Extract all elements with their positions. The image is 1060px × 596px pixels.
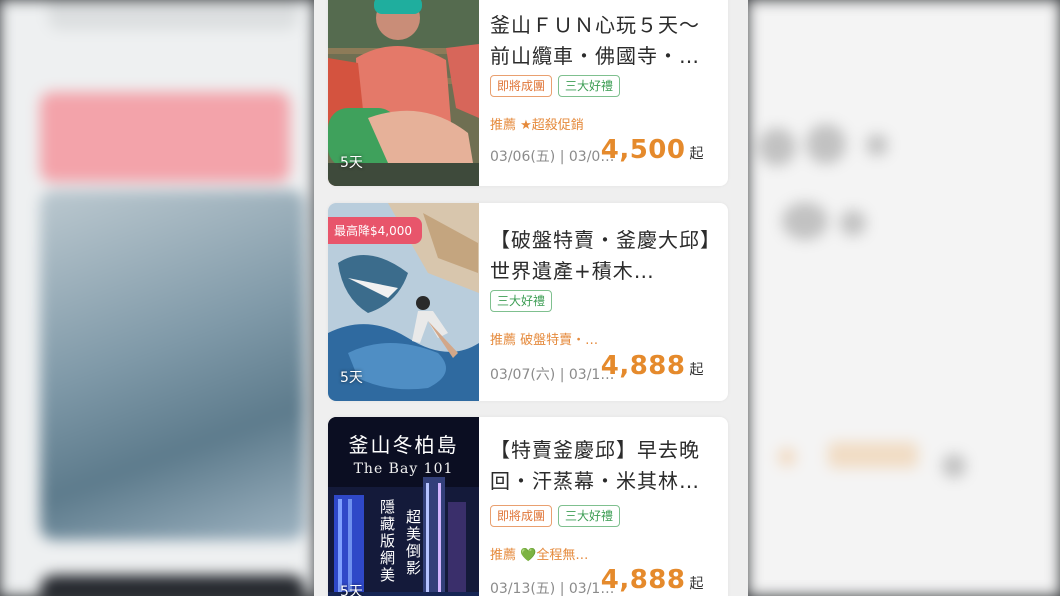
- tour-card[interactable]: 釜山冬柏島 The Bay 101 隱藏版網美 超美倒影 5天 【特賣釜慶邱】早…: [328, 417, 728, 596]
- blurred-dot: [942, 454, 966, 478]
- discount-badge: 最高降$4,000: [328, 217, 422, 244]
- tag-list: 即將成團 三大好禮: [490, 505, 621, 527]
- blurred-star: [778, 448, 796, 466]
- tour-card[interactable]: 最高降$4,000 5天 【破盤特賣・釜慶大邱】世界遺產+積木… 三大好禮 推薦…: [328, 203, 728, 401]
- blurred-image: [40, 190, 305, 540]
- duration-label: 5天: [340, 370, 363, 386]
- blurred-background-left: [0, 0, 314, 596]
- tour-image: 釜山冬柏島 The Bay 101 隱藏版網美 超美倒影 5天: [328, 417, 479, 596]
- tour-card[interactable]: 5天 釜山ＦＵＮ心玩５天～前山纜車・佛國寺・… 即將成團 三大好禮 推薦 ★超殺…: [328, 0, 728, 186]
- blurred-badge: [40, 92, 290, 182]
- blurred-price: [828, 442, 918, 468]
- departure-dates: 03/07(六) | 03/1…: [490, 367, 615, 383]
- blurred-dot: [782, 202, 828, 240]
- image-vertical-text-right: 超美倒影: [406, 508, 422, 577]
- price-suffix: 起: [689, 146, 704, 162]
- recommend-text: 推薦 ★超殺促銷: [490, 118, 584, 133]
- blurred-dot: [806, 124, 846, 164]
- recommend-text: 推薦 破盤特賣・…: [490, 333, 599, 348]
- duration-label: 5天: [340, 584, 363, 596]
- blurred-dot: [840, 210, 866, 236]
- price-suffix: 起: [689, 576, 704, 592]
- tag-gifts: 三大好禮: [558, 75, 621, 97]
- departure-dates: 03/06(五) | 03/0…: [490, 149, 615, 165]
- tag-forming: 即將成團: [490, 75, 553, 97]
- blurred-card: [48, 0, 298, 30]
- blurred-dot: [758, 128, 796, 166]
- tag-list: 即將成團 三大好禮: [490, 75, 621, 97]
- image-title: 釜山冬柏島: [348, 433, 459, 457]
- duration-label: 5天: [340, 155, 363, 171]
- tour-title[interactable]: 釜山ＦＵＮ心玩５天～前山纜車・佛國寺・…: [490, 10, 718, 72]
- tour-title[interactable]: 【特賣釜慶邱】早去晚回・汗蒸幕・米其林…: [490, 435, 718, 497]
- tour-list-screen: 5天 釜山ＦＵＮ心玩５天～前山纜車・佛國寺・… 即將成團 三大好禮 推薦 ★超殺…: [314, 0, 748, 596]
- price: 4,888 起: [601, 351, 704, 381]
- tour-info: 【破盤特賣・釜慶大邱】世界遺產+積木… 三大好禮 推薦 破盤特賣・… 03/07…: [490, 203, 718, 401]
- price: 4,888 起: [601, 565, 704, 595]
- price: 4,500 起: [601, 135, 704, 165]
- image-vertical-text-left: 隱藏版網美: [380, 498, 396, 584]
- image-subtitle: The Bay 101: [353, 461, 454, 477]
- tour-info: 【特賣釜慶邱】早去晚回・汗蒸幕・米其林… 即將成團 三大好禮 推薦 💚全程無… …: [490, 417, 718, 596]
- tour-image: 5天: [328, 0, 479, 186]
- blurred-image-dark: [40, 575, 305, 596]
- price-value: 4,500: [600, 135, 686, 165]
- blurred-dot: [866, 134, 888, 156]
- tag-list: 三大好禮: [490, 290, 553, 312]
- tour-info: 釜山ＦＵＮ心玩５天～前山纜車・佛國寺・… 即將成團 三大好禮 推薦 ★超殺促銷 …: [490, 0, 718, 186]
- price-suffix: 起: [689, 362, 704, 378]
- blurred-background-right: [748, 0, 1060, 596]
- recommend-text: 推薦 💚全程無…: [490, 548, 589, 563]
- tag-gifts: 三大好禮: [558, 505, 621, 527]
- tour-title[interactable]: 【破盤特賣・釜慶大邱】世界遺產+積木…: [490, 225, 718, 287]
- price-value: 4,888: [600, 351, 686, 381]
- tour-image: 最高降$4,000 5天: [328, 203, 479, 401]
- tag-forming: 即將成團: [490, 505, 553, 527]
- departure-dates: 03/13(五) | 03/1…: [490, 581, 615, 596]
- tag-gifts: 三大好禮: [490, 290, 553, 312]
- price-value: 4,888: [600, 565, 686, 595]
